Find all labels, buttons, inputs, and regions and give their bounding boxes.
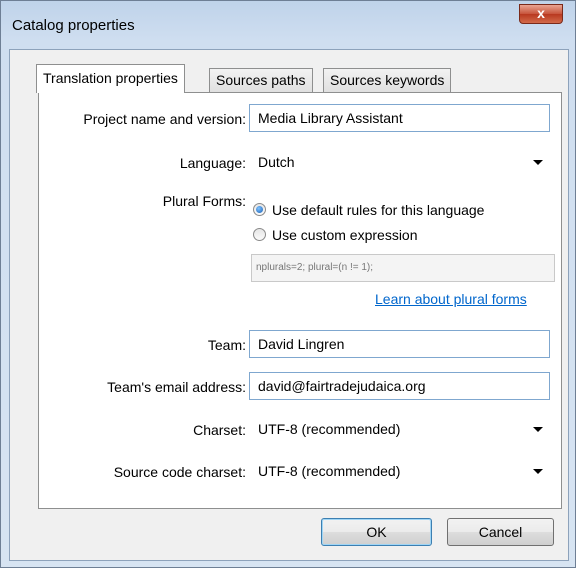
- dialog-window: Catalog properties x Translation propert…: [0, 0, 576, 568]
- tab-label: Translation properties: [43, 70, 178, 86]
- plural-default-label: Use default rules for this language: [272, 202, 485, 218]
- tab-label: Sources paths: [216, 72, 306, 88]
- charset-label: Charset:: [193, 422, 246, 438]
- project-name-input[interactable]: Media Library Assistant: [249, 104, 550, 132]
- language-value: Dutch: [258, 154, 295, 170]
- team-label: Team:: [207, 337, 246, 353]
- chevron-down-icon: [533, 160, 543, 165]
- close-icon: x: [537, 5, 545, 21]
- source-charset-label: Source code charset:: [113, 464, 246, 480]
- chevron-down-icon: [533, 427, 543, 432]
- language-label: Language:: [179, 155, 246, 171]
- chevron-down-icon: [533, 469, 543, 474]
- tab-label: Sources keywords: [330, 72, 445, 88]
- ok-button[interactable]: OK: [321, 518, 432, 546]
- plural-custom-label: Use custom expression: [272, 227, 418, 243]
- translation-properties-panel: Project name and version: Media Library …: [38, 92, 562, 509]
- tab-translation-properties[interactable]: Translation properties: [36, 64, 185, 93]
- plural-forms-label: Plural Forms:: [162, 193, 246, 209]
- source-charset-select[interactable]: UTF-8 (recommended): [249, 457, 550, 485]
- language-select[interactable]: Dutch: [249, 148, 550, 176]
- team-input[interactable]: David Lingren: [249, 330, 550, 358]
- tab-sources-paths[interactable]: Sources paths: [209, 68, 313, 92]
- dialog-client-area: Translation properties Sources paths Sou…: [9, 49, 569, 561]
- window-title: Catalog properties: [12, 17, 135, 34]
- project-name-label: Project name and version:: [83, 111, 246, 127]
- team-email-input[interactable]: david@fairtradejudaica.org: [249, 372, 550, 400]
- close-button[interactable]: x: [519, 4, 563, 24]
- cancel-button[interactable]: Cancel: [447, 518, 554, 546]
- plural-expression-input[interactable]: nplurals=2; plural=(n != 1);: [251, 254, 555, 282]
- charset-value: UTF-8 (recommended): [258, 421, 401, 437]
- plural-forms-help-link[interactable]: Learn about plural forms: [375, 291, 527, 307]
- plural-custom-radio[interactable]: Use custom expression: [253, 225, 543, 245]
- charset-select[interactable]: UTF-8 (recommended): [249, 415, 550, 443]
- team-email-label: Team's email address:: [107, 379, 246, 395]
- radio-selected-icon: [253, 203, 266, 216]
- tab-sources-keywords[interactable]: Sources keywords: [323, 68, 452, 92]
- radio-unselected-icon: [253, 228, 266, 241]
- source-charset-value: UTF-8 (recommended): [258, 463, 401, 479]
- plural-default-radio[interactable]: Use default rules for this language: [253, 200, 543, 220]
